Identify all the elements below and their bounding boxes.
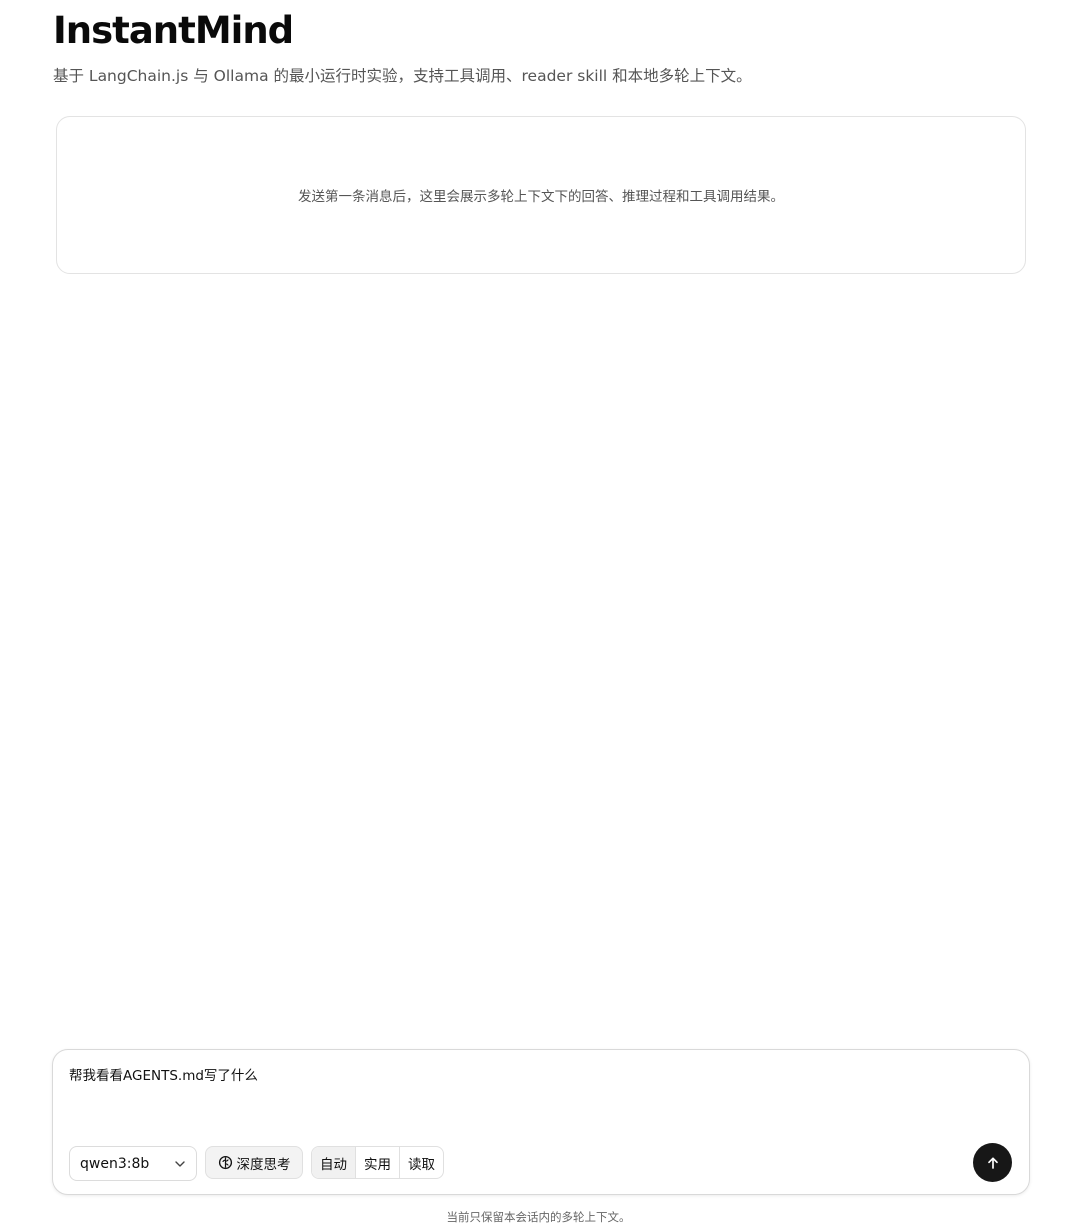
mode-practical[interactable]: 实用	[356, 1147, 400, 1178]
arrow-up-icon	[987, 1156, 998, 1169]
mode-read[interactable]: 读取	[400, 1147, 443, 1178]
model-select-value: qwen3:8b	[80, 1155, 150, 1172]
message-input[interactable]	[69, 1066, 1009, 1136]
mode-toggle-group: 自动 实用 读取	[311, 1146, 444, 1179]
app-subtitle: 基于 LangChain.js 与 Ollama 的最小运行时实验，支持工具调用…	[53, 67, 752, 85]
deep-think-button[interactable]: 深度思考	[205, 1146, 303, 1179]
brain-icon	[218, 1155, 232, 1170]
footer-note: 当前只保留本会话内的多轮上下文。	[446, 1210, 631, 1224]
mode-read-label: 读取	[408, 1156, 435, 1173]
mode-practical-label: 实用	[364, 1156, 391, 1173]
composer: qwen3:8b 深度思考 自动 实用 读取	[52, 1049, 1030, 1195]
page: InstantMind 基于 LangChain.js 与 Ollama 的最小…	[0, 0, 1069, 1227]
messages-panel: 发送第一条消息后，这里会展示多轮上下文下的回答、推理过程和工具调用结果。	[56, 116, 1026, 274]
model-select[interactable]: qwen3:8b	[69, 1146, 197, 1181]
deep-think-label: 深度思考	[236, 1156, 291, 1173]
send-button[interactable]	[973, 1143, 1012, 1182]
mode-auto[interactable]: 自动	[312, 1147, 356, 1178]
app-title: InstantMind	[53, 9, 294, 52]
chevron-down-icon	[175, 1161, 185, 1167]
empty-state-hint: 发送第一条消息后，这里会展示多轮上下文下的回答、推理过程和工具调用结果。	[298, 189, 784, 205]
mode-auto-label: 自动	[320, 1156, 347, 1173]
